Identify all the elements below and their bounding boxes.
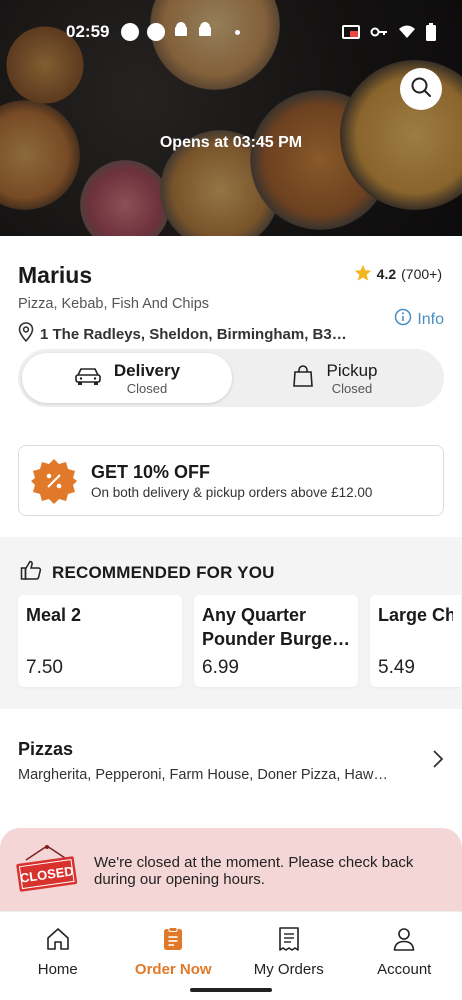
receipt-icon (276, 926, 302, 957)
recommended-card[interactable]: Meal 2 7.50 (18, 595, 182, 687)
delivery-text: Delivery Closed (114, 361, 180, 396)
item-name: Large Chi (378, 605, 453, 625)
closed-sign-icon: CLOSED (14, 844, 80, 898)
restaurant-name: Marius (18, 262, 93, 288)
info-icon (394, 308, 412, 331)
closed-message: We're closed at the moment. Please check… (94, 854, 414, 888)
recommended-card[interactable]: Any Quarter Pounder Burge… 6.99 (194, 595, 358, 687)
nav-account-label: Account (377, 961, 432, 978)
category-row-pizzas[interactable]: Pizzas Margherita, Pepperoni, Farm House… (0, 709, 462, 799)
address-text: 1 The Radleys, Sheldon, Birmingham, B3… (40, 325, 347, 343)
shopping-bag-icon (292, 364, 314, 393)
nav-home-label: Home (37, 961, 78, 978)
offer-subtitle: On both delivery & pickup orders above £… (91, 484, 373, 500)
info-button[interactable]: Info (394, 308, 444, 331)
hero-banner: 02:59 Opens at 03:45 PM (0, 0, 462, 236)
item-price: 5.49 (378, 657, 415, 678)
offer-card[interactable]: GET 10% OFF On both delivery & pickup or… (18, 445, 444, 516)
search-button[interactable] (400, 68, 442, 110)
nav-my-orders[interactable]: My Orders (231, 912, 347, 1000)
car-icon (74, 366, 102, 391)
order-mode-toggle: Delivery Closed Pickup Closed (18, 349, 444, 407)
system-icons (342, 23, 436, 41)
nav-order-now[interactable]: Order Now (116, 912, 232, 1000)
category-items: Margherita, Pepperoni, Farm House, Doner… (18, 767, 388, 783)
pickup-status: Closed (331, 380, 373, 396)
opening-time-text: Opens at 03:45 PM (159, 134, 303, 151)
discount-badge-icon (31, 458, 77, 504)
category-title: Pizzas (18, 739, 74, 759)
notification-icon (147, 23, 166, 41)
user-icon (391, 926, 417, 957)
recommended-card[interactable]: Large Chi 5.49 (370, 595, 461, 687)
notification-icon (121, 23, 140, 41)
cuisine-list: Pizza, Kebab, Fish And Chips (18, 296, 210, 312)
item-price: 7.50 (26, 657, 63, 678)
delivery-option[interactable]: Delivery Closed (22, 353, 232, 403)
rating: 4.2 (700+) (354, 264, 442, 284)
recommended-list: Meal 2 7.50 Any Quarter Pounder Burge… 6… (18, 595, 461, 687)
more-notifications-dot (235, 29, 241, 35)
recommended-title: RECOMMENDED FOR YOU (52, 562, 275, 582)
bottom-nav: Home Order Now My Orders Account (0, 911, 462, 1000)
android-icon (197, 21, 213, 44)
item-name: Any Quarter Pounder Burge… (202, 605, 350, 649)
offer-title: GET 10% OFF (91, 461, 211, 482)
status-icons (121, 21, 241, 44)
pickup-label: Pickup (326, 360, 378, 380)
closed-banner: CLOSED We're closed at the moment. Pleas… (0, 828, 462, 911)
home-icon (45, 926, 71, 957)
location-pin-icon (18, 322, 34, 346)
gesture-home-bar[interactable] (190, 988, 272, 992)
delivery-status: Closed (126, 380, 168, 396)
cast-icon (342, 25, 360, 39)
rating-count: (700+) (401, 266, 442, 282)
pickup-text: Pickup Closed (326, 361, 377, 396)
star-icon (354, 264, 372, 284)
delivery-label: Delivery (113, 360, 181, 380)
battery-icon (426, 23, 436, 41)
vpn-key-icon (370, 26, 388, 38)
order-list-icon (160, 926, 186, 957)
nav-my-orders-label: My Orders (253, 961, 324, 978)
pickup-option[interactable]: Pickup Closed (230, 353, 440, 403)
rating-value: 4.2 (376, 266, 397, 282)
recommended-section: RECOMMENDED FOR YOU Meal 2 7.50 Any Quar… (0, 537, 462, 709)
nav-order-now-label: Order Now (134, 961, 212, 978)
thumbs-up-icon (20, 559, 42, 586)
status-bar: 02:59 (0, 0, 462, 64)
chevron-right-icon (432, 749, 444, 774)
info-label: Info (417, 310, 444, 328)
item-name: Meal 2 (26, 605, 82, 625)
android-icon (173, 21, 189, 44)
wifi-icon (398, 25, 416, 39)
address: 1 The Radleys, Sheldon, Birmingham, B3… (18, 322, 358, 346)
nav-home[interactable]: Home (0, 912, 116, 1000)
status-time: 02:59 (66, 22, 110, 41)
recommended-heading: RECOMMENDED FOR YOU (20, 559, 275, 586)
nav-account[interactable]: Account (347, 912, 462, 1000)
offer-text: GET 10% OFF On both delivery & pickup or… (91, 462, 372, 500)
item-price: 6.99 (202, 657, 239, 678)
search-icon (410, 76, 432, 103)
